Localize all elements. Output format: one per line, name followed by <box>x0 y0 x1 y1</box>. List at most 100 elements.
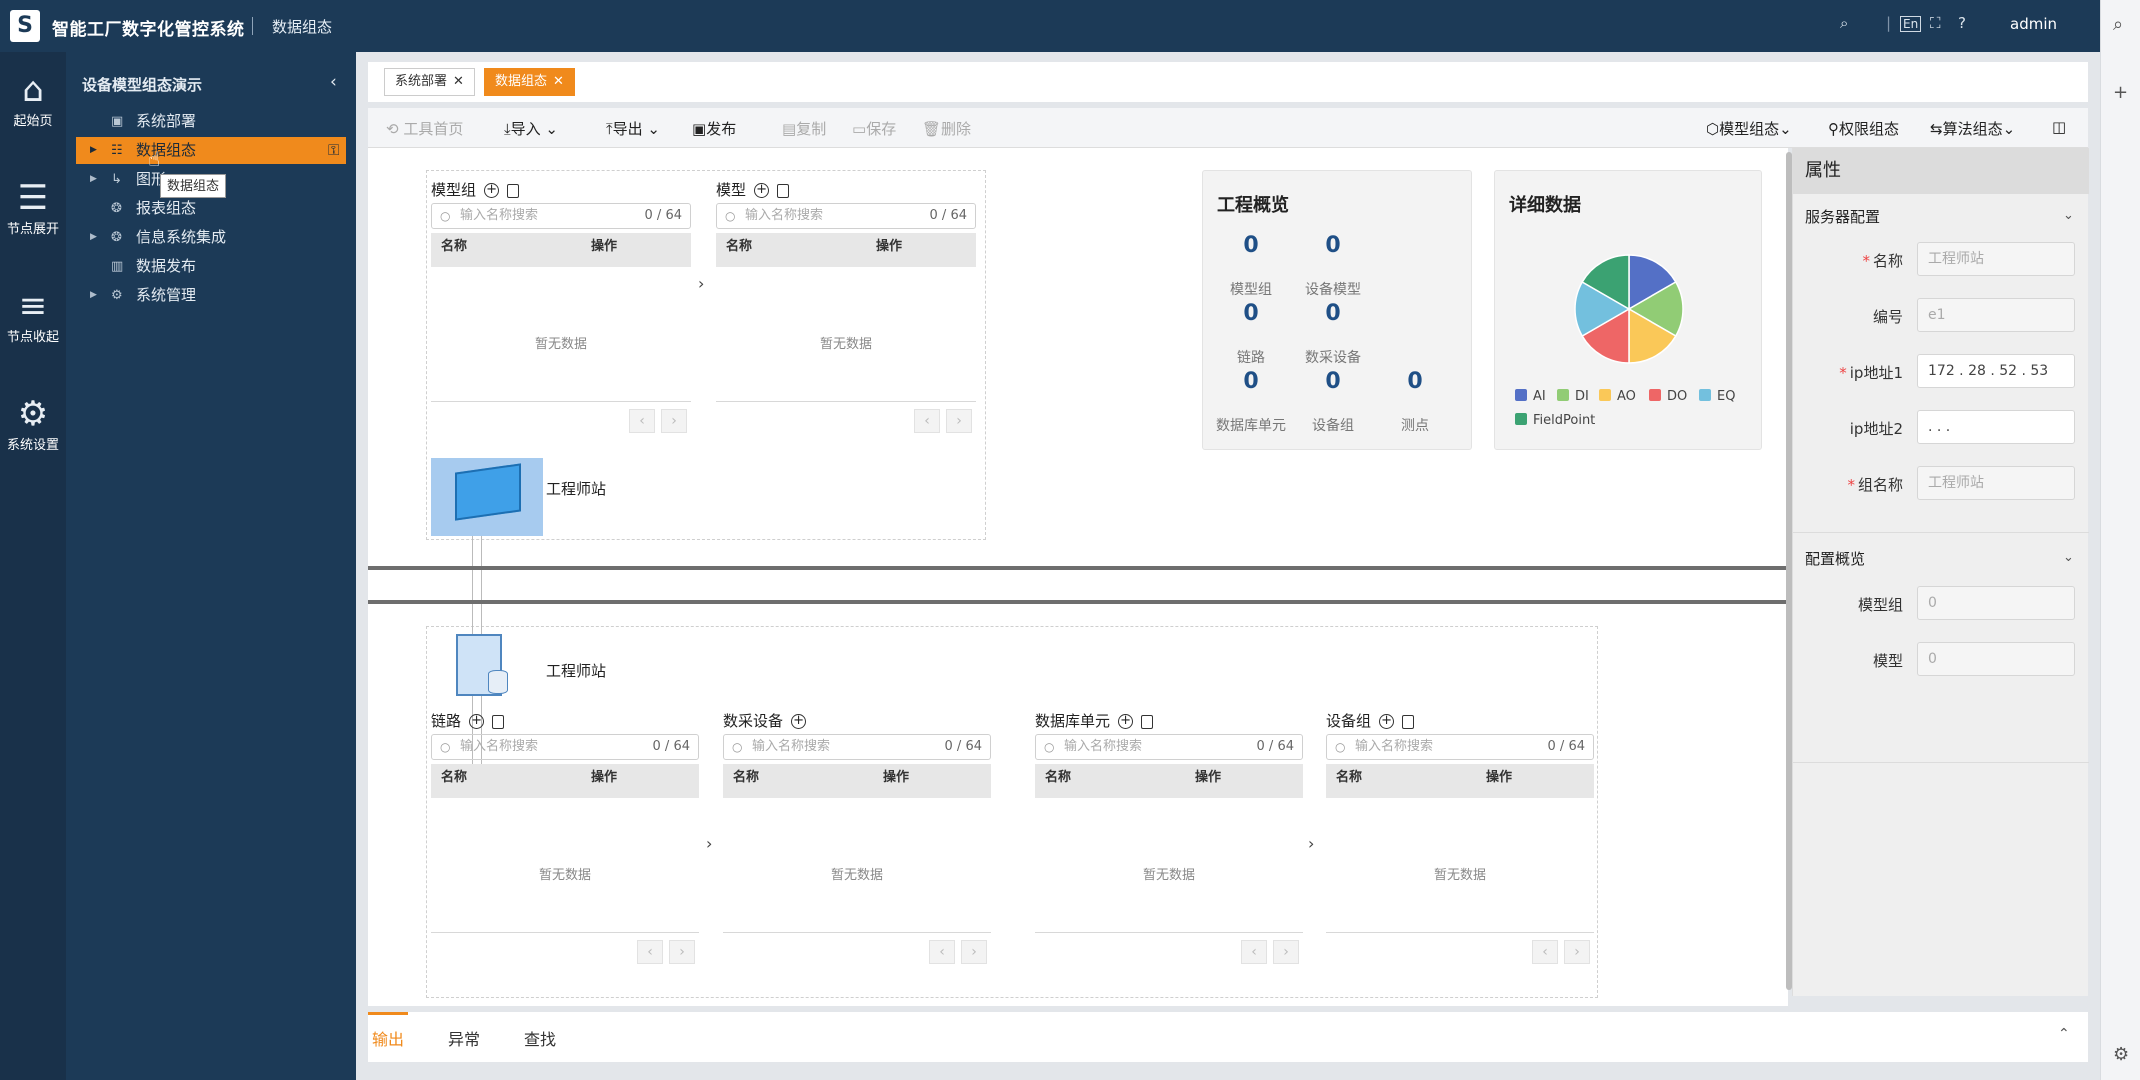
add-icon[interactable]: + <box>791 714 807 729</box>
collapse-chevron-icon[interactable]: ‹ <box>330 72 337 92</box>
legend-item[interactable]: DI <box>1557 389 1589 404</box>
prev-page-button[interactable]: ‹ <box>1532 940 1558 964</box>
legend-item[interactable]: DO <box>1649 389 1687 404</box>
prev-page-button[interactable]: ‹ <box>929 940 955 964</box>
next-page-button[interactable]: › <box>946 409 972 433</box>
field-input[interactable]: . . . <box>1917 410 2075 444</box>
tab-0[interactable]: 系统部署 ✕ <box>384 68 475 96</box>
report-icon: ❂ <box>111 201 122 216</box>
search-input[interactable]: ○ 输入名称搜索 0 / 64 <box>431 734 699 760</box>
search-icon: ○ <box>1044 740 1055 754</box>
expand-arrow-icon[interactable]: ▶ <box>90 137 97 164</box>
prev-page-button[interactable]: ‹ <box>1241 940 1267 964</box>
legend-item[interactable]: AO <box>1599 389 1636 404</box>
next-page-button[interactable]: › <box>669 940 695 964</box>
add-icon[interactable]: + <box>754 183 770 198</box>
tree-item-1[interactable]: ▶ ☷ 数据组态 ⚿ <box>76 137 346 164</box>
delete-button[interactable]: 🗑删除 <box>922 118 971 139</box>
copy-icon[interactable] <box>1402 714 1415 729</box>
legend-item[interactable]: EQ <box>1699 389 1735 404</box>
add-icon[interactable]: + <box>1379 714 1395 729</box>
expand-arrow-icon[interactable]: ▶ <box>90 224 97 251</box>
copy-icon[interactable] <box>777 183 790 198</box>
copy-button[interactable]: ▤复制 <box>782 118 826 139</box>
publish-button[interactable]: ▣发布 <box>692 118 736 139</box>
field-input[interactable]: 工程师站 <box>1917 242 2075 276</box>
tab-1[interactable]: 数据组态 ✕ <box>484 68 575 96</box>
close-icon[interactable]: ✕ <box>553 74 564 89</box>
search-input[interactable]: ○ 输入名称搜索 0 / 64 <box>1035 734 1303 760</box>
tool-home-button[interactable]: ⟲ 工具首页 <box>386 118 463 139</box>
legend-item[interactable]: FieldPoint <box>1515 413 1595 428</box>
next-page-button[interactable]: › <box>661 409 687 433</box>
settings-gear-icon[interactable]: ⚙ <box>2113 1044 2129 1065</box>
model-config-button[interactable]: ⬡模型组态⌄ <box>1706 118 1792 139</box>
expand-arrow-icon[interactable]: ▶ <box>90 166 97 193</box>
lock-icon[interactable]: ⚿ <box>328 137 339 164</box>
help-icon[interactable]: ? <box>1958 14 1966 32</box>
search-input[interactable]: ○ 输入名称搜索 0 / 64 <box>723 734 991 760</box>
nav-home[interactable]: ⌂ 起始页 <box>0 70 66 129</box>
tree-expand-icon: ☰ <box>17 178 49 218</box>
bottom-tab-1[interactable]: 异常 <box>448 1026 480 1050</box>
nav-list-collapse[interactable]: ≡ 节点收起 <box>0 286 66 345</box>
export-button[interactable]: ⤒导出 ⌄ <box>606 118 660 139</box>
next-page-button[interactable]: › <box>1564 940 1590 964</box>
panel-toggle-icon[interactable]: ◫ <box>2052 118 2066 136</box>
field-input[interactable]: 0 <box>1917 586 2075 620</box>
field-input[interactable]: 172 . 28 . 52 . 53 <box>1917 354 2075 388</box>
import-button[interactable]: ⤓导入 ⌄ <box>504 118 558 139</box>
tree-item-3[interactable]: ❂ 报表组态 <box>76 195 346 222</box>
add-icon[interactable]: + <box>2113 82 2128 103</box>
copy-icon[interactable] <box>1141 714 1154 729</box>
prev-page-button[interactable]: ‹ <box>637 940 663 964</box>
expand-panel-icon[interactable]: ⌃ <box>2058 1026 2070 1042</box>
server-node[interactable] <box>456 634 508 696</box>
field-input[interactable]: e1 <box>1917 298 2075 332</box>
search-icon[interactable]: ⌕ <box>1840 14 1848 32</box>
fullscreen-icon[interactable]: ⛶ <box>1930 14 1941 32</box>
add-icon[interactable]: + <box>469 714 485 729</box>
nav-gear[interactable]: ⚙ 系统设置 <box>0 394 66 453</box>
search-input[interactable]: ○ 输入名称搜索 0 / 64 <box>1326 734 1594 760</box>
prev-page-button[interactable]: ‹ <box>914 409 940 433</box>
algorithm-config-button[interactable]: ⇆算法组态⌄ <box>1930 118 2015 139</box>
tree-item-0[interactable]: ▣ 系统部署 <box>76 108 346 135</box>
add-icon[interactable]: + <box>484 183 500 198</box>
field-label: ip地址2 <box>1793 418 1903 439</box>
search-input[interactable]: ○ 输入名称搜索 0 / 64 <box>716 203 976 229</box>
bottom-tab-2[interactable]: 查找 <box>524 1026 556 1050</box>
language-icon[interactable]: En <box>1900 16 1922 32</box>
engineer-station-node[interactable] <box>431 458 543 536</box>
permission-config-button[interactable]: ⚲权限组态 <box>1828 118 1899 139</box>
search-icon[interactable]: ⌕ <box>2113 14 2123 35</box>
nav-tree-expand[interactable]: ☰ 节点展开 <box>0 178 66 237</box>
expand-arrow-icon[interactable]: ▶ <box>90 282 97 309</box>
next-page-button[interactable]: › <box>961 940 987 964</box>
config-canvas[interactable]: 模型组 + ○ 输入名称搜索 0 / 64 名称 操作 暂无数据 ‹ › 模型 + ○ 输入名称搜索 0 /… <box>368 148 1788 1006</box>
bottom-tab-0[interactable]: 输出 <box>372 1026 404 1050</box>
prev-page-button[interactable]: ‹ <box>629 409 655 433</box>
panel-title: 模型 + <box>716 179 790 200</box>
tree-item-6[interactable]: ▶ ⚙ 系统管理 <box>76 282 346 309</box>
legend-item[interactable]: AI <box>1515 389 1546 404</box>
field-input[interactable]: 工程师站 <box>1917 466 2075 500</box>
next-page-button[interactable]: › <box>1273 940 1299 964</box>
server-config-section[interactable]: 服务器配置 <box>1805 206 1880 227</box>
tree-item-4[interactable]: ▶ ❂ 信息系统集成 <box>76 224 346 251</box>
char-count: 0 / 64 <box>1256 739 1294 754</box>
save-button[interactable]: ▭保存 <box>852 118 896 139</box>
config-overview-section[interactable]: 配置概览 <box>1805 548 1865 569</box>
stat-label: 测点 <box>1401 418 1429 434</box>
search-icon: ○ <box>725 209 736 223</box>
chevron-down-icon[interactable]: ⌄ <box>2063 550 2074 565</box>
copy-icon[interactable] <box>507 183 520 198</box>
close-icon[interactable]: ✕ <box>453 74 464 89</box>
chevron-down-icon[interactable]: ⌄ <box>2063 208 2074 223</box>
tree-item-5[interactable]: ▥ 数据发布 <box>76 253 346 280</box>
add-icon[interactable]: + <box>1118 714 1134 729</box>
field-input[interactable]: 0 <box>1917 642 2075 676</box>
copy-icon[interactable] <box>492 714 505 729</box>
user-menu[interactable]: admin <box>2010 15 2057 33</box>
search-input[interactable]: ○ 输入名称搜索 0 / 64 <box>431 203 691 229</box>
